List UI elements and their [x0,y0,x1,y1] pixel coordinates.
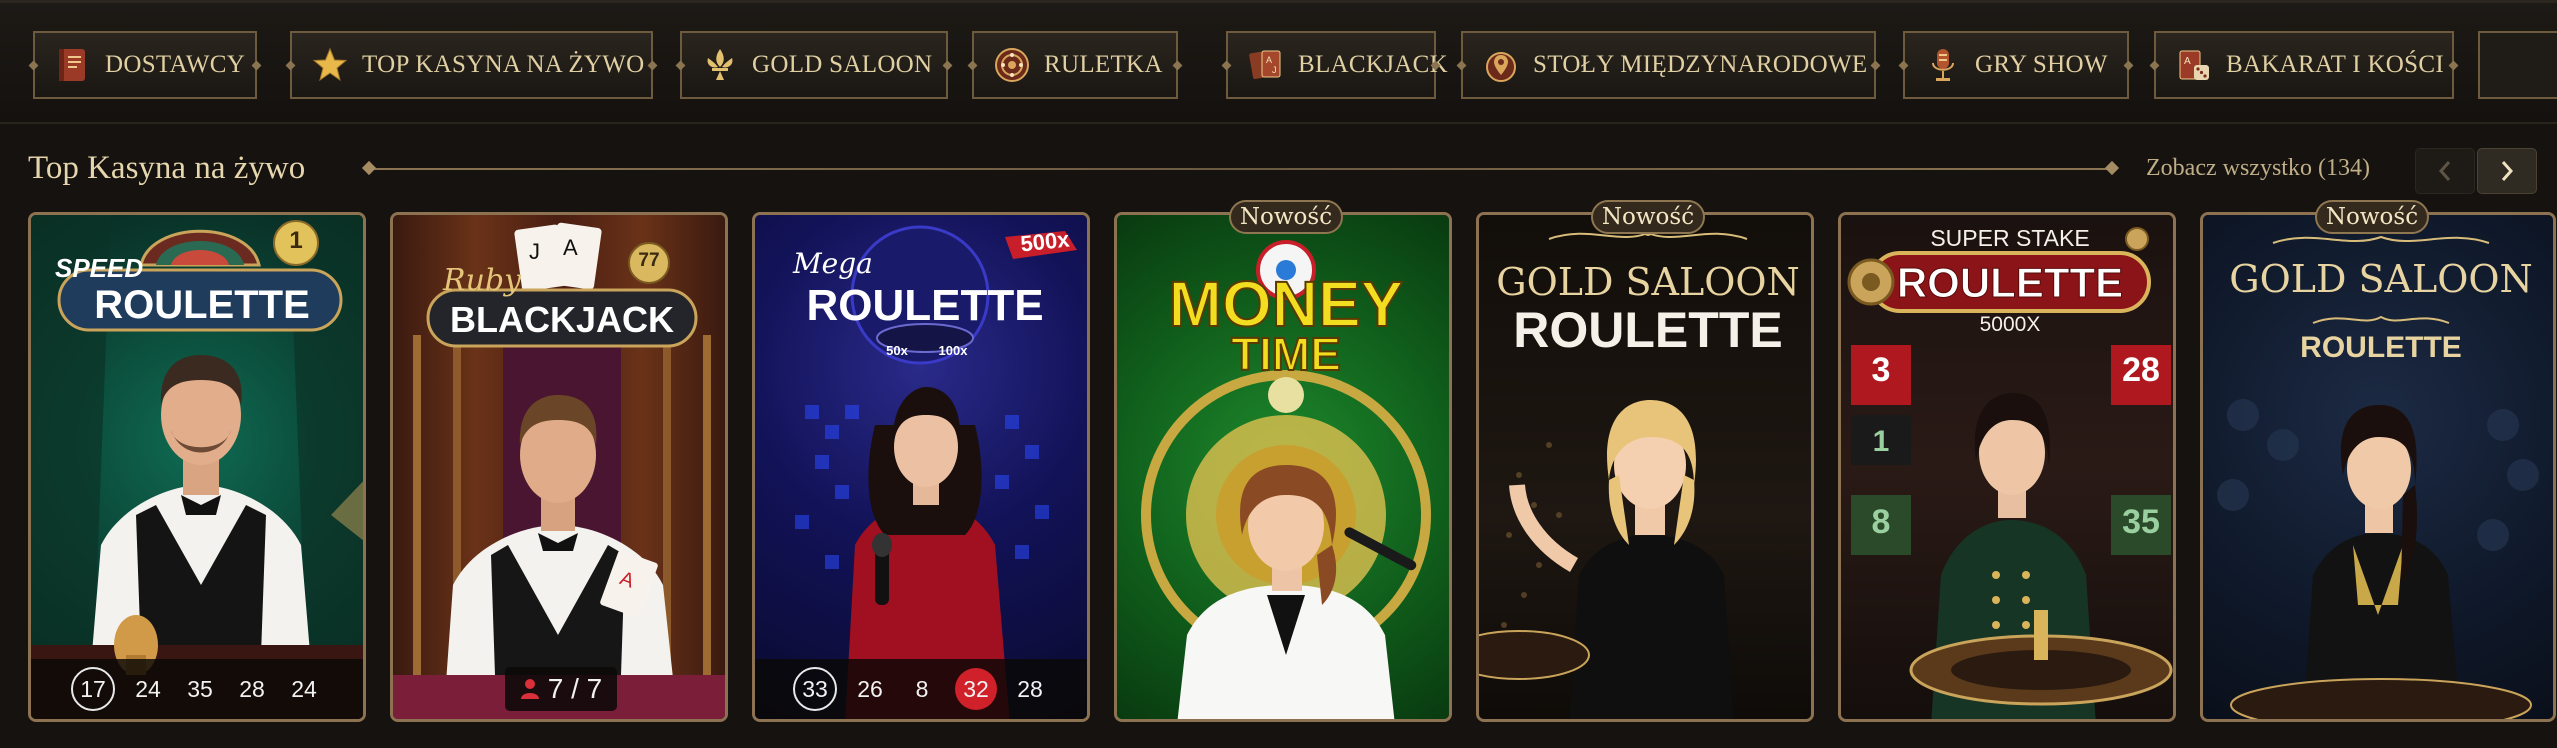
board-number: 3 [1871,351,1891,389]
logo-small-text: Ruby [443,263,522,298]
cards-dice-icon: A [2176,47,2212,83]
category-stoly-miedzynarodowe[interactable]: STOŁY MIĘDZYNARODOWE [1461,31,1876,99]
result-number: 8 [915,675,929,702]
svg-text:A: A [563,235,578,260]
logo-line1: GOLD SALOON [1496,260,1800,304]
result-number: 28 [239,675,265,702]
fleur-de-lis-icon [702,47,738,83]
chevron-left-icon [2438,161,2451,181]
playing-cards-icon: AJ [1248,47,1284,83]
category-label: GOLD SALOON [752,51,933,78]
board-number: 8 [1871,503,1891,541]
result-number: 28 [1017,675,1043,702]
category-gry-show[interactable]: GRY SHOW [1903,31,2129,99]
result-number: 26 [857,675,883,702]
game-tile-money-time[interactable]: MONEY TIME [1114,212,1452,722]
result-number: 33 [793,667,837,711]
logo-main-text: ROULETTE [94,283,310,327]
category-dostawcy[interactable]: DOSTAWCY [33,31,257,99]
category-top-kasyna[interactable]: TOP KASYNA NA ŻYWO [290,31,653,99]
seats-count: 7 / 7 [547,673,603,704]
result-number: 24 [135,675,161,702]
logo-line2: TIME [1230,327,1342,381]
game-tile-gold-saloon-roulette-2[interactable]: GOLD SALOON ROULETTE [2200,212,2556,722]
category-bar: DOSTAWCY TOP KASYNA NA ŻYWO GOLD SALOON … [0,0,2557,124]
new-badge: Nowość [1591,200,1705,234]
result-number: 24 [291,675,317,702]
logo-line1: GOLD SALOON [2229,257,2533,301]
logo-top-text: SUPER STAKE [1930,225,2090,251]
svg-text:A: A [2184,56,2191,67]
category-label: DOSTAWCY [105,51,246,78]
logo-line2: ROULETTE [1513,302,1783,358]
result-number: 32 [955,668,997,710]
game-tile-super-stake-roulette[interactable]: SUPER STAKE ROULETTE 5000X 3 1 28 8 35 [1838,212,2176,722]
star-icon [312,47,348,83]
game-tile-ruby-blackjack[interactable]: A J A Ruby BLACKJACK 77 7 / 7 [390,212,728,722]
category-label: GRY SHOW [1975,51,2108,78]
board-number: 28 [2122,351,2160,389]
carousel-prev-button[interactable] [2415,148,2475,194]
section-divider [368,168,2113,170]
result-number: 35 [187,675,213,702]
corner-badge: 1 [289,227,303,254]
see-all-link[interactable]: Zobacz wszystko (134) [2146,155,2370,182]
microphone-icon [1925,47,1961,83]
roulette-wheel-icon [994,47,1030,83]
game-tile-gold-saloon-roulette[interactable]: GOLD SALOON ROULETTE [1476,212,1814,722]
seats-indicator: 7 / 7 [505,667,617,711]
svg-text:J: J [529,239,540,264]
game-tile-mega-roulette[interactable]: Mega ROULETTE 500x 50x 100x 33 26 8 32 2… [752,212,1090,722]
category-blackjack[interactable]: AJ BLACKJACK [1226,31,1448,99]
logo-small-text: Mega [793,247,873,280]
category-label: BAKARAT I KOŚCI [2226,51,2444,78]
category-ruletka[interactable]: RULETKA [972,31,1178,99]
recent-results: 17 24 35 28 24 [31,659,363,719]
board-number: 1 [1872,425,1890,458]
book-icon [55,47,91,83]
user-icon [520,679,539,699]
category-bakarat-kosci[interactable]: A BAKARAT I KOŚCI [2154,31,2454,99]
logo-line2: ROULETTE [2300,331,2462,364]
logo-main-text: ROULETTE [1896,259,2124,307]
globe-pin-icon [1483,47,1519,83]
category-label: RULETKA [1044,51,1163,78]
logo-sub-text: 5000X [1979,313,2041,336]
game-tile-speed-roulette[interactable]: SPEED ROULETTE 1 17 24 35 28 24 [28,212,366,722]
category-scroll-edge[interactable] [2478,31,2557,99]
carousel-next-button[interactable] [2477,148,2537,194]
multiplier-chip: 50x [886,343,908,358]
logo-main-text: BLACKJACK [450,299,674,340]
corner-badge: 77 [638,250,660,271]
board-number: 35 [2122,503,2160,541]
recent-results: 33 26 8 32 28 [755,659,1087,719]
svg-text:J: J [1272,65,1277,75]
logo-small-text: SPEED [55,253,144,283]
svg-text:A: A [1266,55,1272,65]
category-label: TOP KASYNA NA ŻYWO [362,51,645,78]
category-label: STOŁY MIĘDZYNARODOWE [1533,51,1868,78]
multiplier-chip: 100x [938,343,968,358]
chevron-right-icon [2501,161,2514,181]
new-badge: Nowość [2315,200,2429,234]
section-title: Top Kasyna na żywo [28,150,306,186]
result-number: 17 [71,667,115,711]
category-label: BLACKJACK [1298,51,1448,78]
new-badge: Nowość [1229,200,1343,234]
logo-main-text: ROULETTE [806,281,1044,330]
category-gold-saloon[interactable]: GOLD SALOON [680,31,948,99]
